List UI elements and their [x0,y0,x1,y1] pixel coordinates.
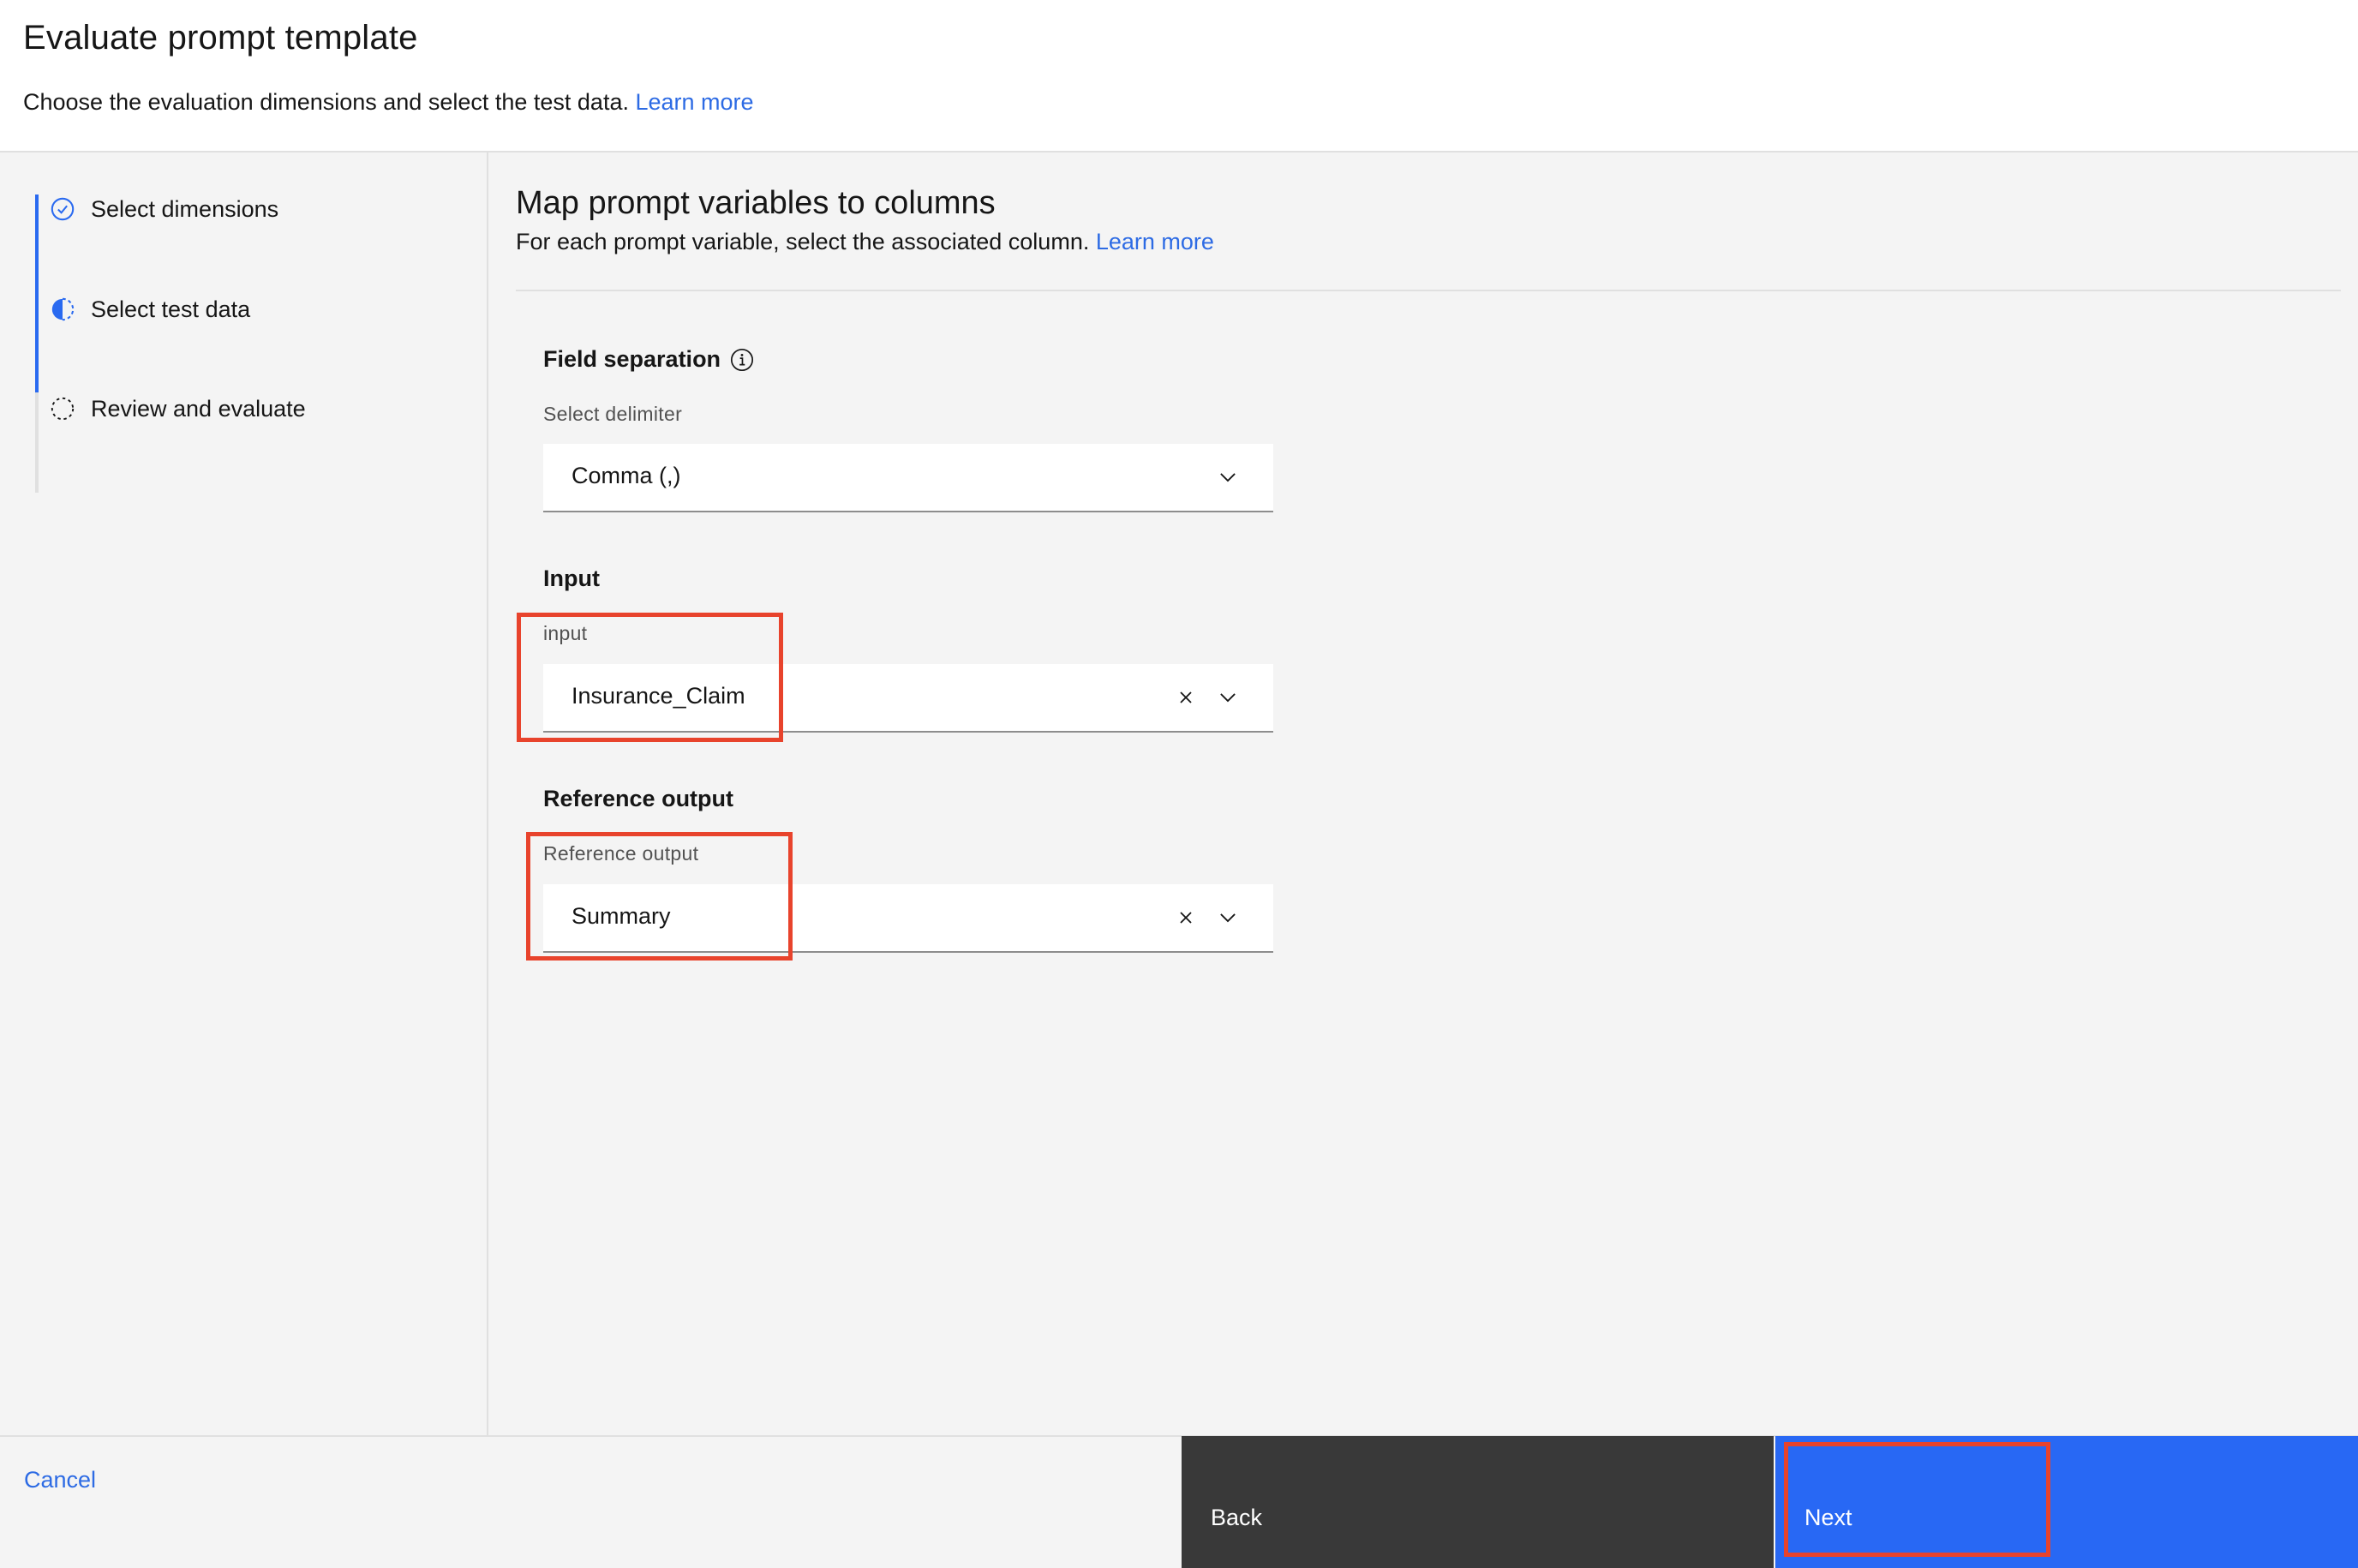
section-subtitle-text: For each prompt variable, select the ass… [516,229,1090,254]
progress-track-fill [35,195,39,392]
step-review-and-evaluate[interactable]: Review and evaluate [50,392,306,426]
delimiter-dropdown[interactable]: Comma (,) [543,444,1273,512]
header-learn-more-link[interactable]: Learn more [635,89,753,115]
step-label: Select test data [91,296,251,322]
progress-sidebar [0,153,488,1435]
page-subtitle: Choose the evaluation dimensions and sel… [23,89,754,116]
step-select-dimensions[interactable]: Select dimensions [50,192,278,226]
divider [516,290,2341,291]
page-title: Evaluate prompt template [23,19,418,57]
input-heading-text: Input [543,566,600,591]
page-subtitle-text: Choose the evaluation dimensions and sel… [23,89,629,115]
input-column-value: Insurance_Claim [572,683,745,709]
reference-output-label: Reference output [543,842,699,865]
back-button[interactable]: Back [1182,1436,1774,1568]
delimiter-value: Comma (,) [572,463,681,488]
field-separation-heading: Field separation [543,346,755,373]
info-icon[interactable] [729,347,755,373]
half-circle-icon [51,297,75,321]
input-heading: Input [543,566,600,592]
reference-output-dropdown[interactable]: Summary [543,884,1273,953]
chevron-down-icon [1220,913,1236,923]
cancel-button[interactable]: Cancel [24,1467,96,1493]
field-separation-heading-text: Field separation [543,346,721,372]
step-label: Select dimensions [91,195,279,222]
chevron-down-icon [1220,473,1236,482]
input-column-dropdown[interactable]: Insurance_Claim [543,664,1273,733]
chevron-down-icon [1220,693,1236,703]
clear-selection-icon[interactable] [1176,687,1196,708]
input-label: input [543,622,588,644]
delimiter-label: Select delimiter [543,403,683,425]
checkmark-circle-icon [51,197,75,221]
main-learn-more-link[interactable]: Learn more [1096,229,1214,254]
section-title: Map prompt variables to columns [516,185,996,221]
dashed-circle-icon [51,397,75,421]
section-subtitle: For each prompt variable, select the ass… [516,229,1214,255]
reference-output-value: Summary [572,903,671,929]
step-select-test-data[interactable]: Select test data [50,292,250,326]
next-button[interactable]: Next [1775,1436,2358,1568]
reference-output-heading-text: Reference output [543,786,734,811]
step-label: Review and evaluate [91,395,306,422]
reference-output-heading: Reference output [543,786,733,812]
clear-selection-icon[interactable] [1176,907,1196,928]
